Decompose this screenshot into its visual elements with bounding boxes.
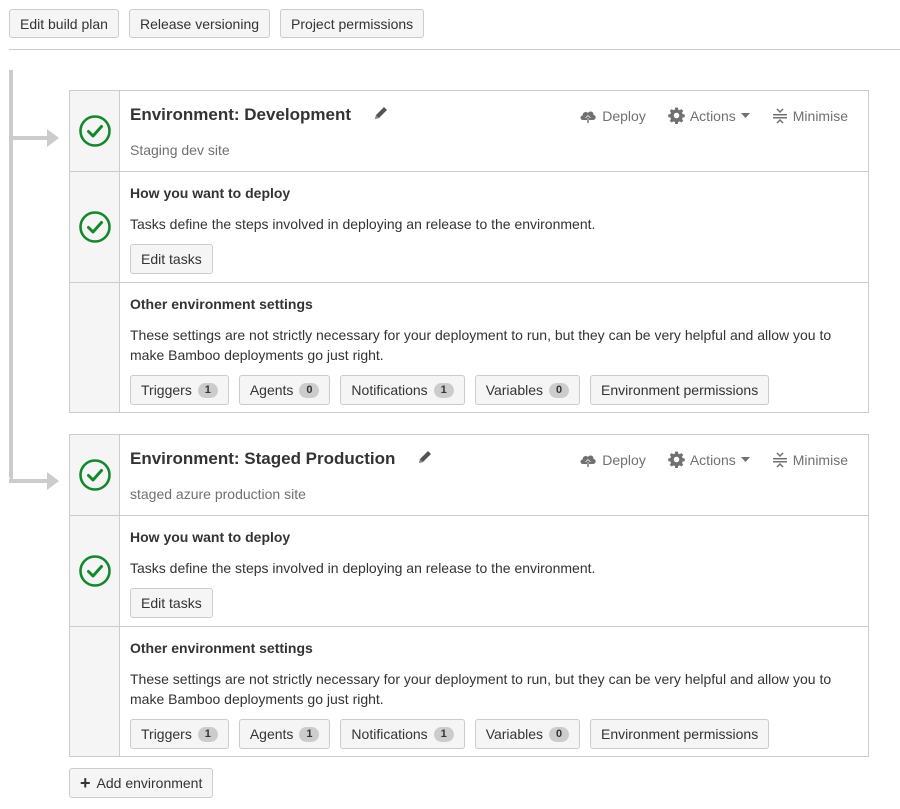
triggers-label: Triggers bbox=[141, 382, 192, 398]
environment-title: Environment: Development bbox=[130, 105, 352, 124]
check-circle-icon bbox=[78, 555, 111, 587]
cloud-upload-icon bbox=[580, 454, 596, 467]
actions-label: Actions bbox=[689, 107, 736, 124]
deploy-label: Deploy bbox=[602, 107, 646, 124]
deploy-status bbox=[70, 172, 120, 282]
check-circle-icon bbox=[78, 115, 111, 147]
deploy-section-title: How you want to deploy bbox=[130, 185, 291, 201]
settings-section-title: Other environment settings bbox=[130, 296, 313, 312]
pencil-icon[interactable] bbox=[373, 105, 389, 121]
actions-dropdown[interactable]: Actions bbox=[668, 451, 750, 468]
triggers-button[interactable]: Triggers 1 bbox=[130, 719, 229, 749]
actions-dropdown[interactable]: Actions bbox=[668, 107, 750, 124]
deploy-section: How you want to deploy Tasks define the … bbox=[70, 515, 868, 626]
notifications-button[interactable]: Notifications 1 bbox=[340, 719, 465, 749]
deploy-status bbox=[70, 516, 120, 626]
triggers-label: Triggers bbox=[141, 726, 192, 742]
environment-description: staged azure production site bbox=[130, 486, 306, 502]
gear-icon bbox=[668, 451, 685, 468]
deploy-label: Deploy bbox=[602, 451, 646, 468]
pipeline-branch-2 bbox=[9, 479, 49, 483]
environment-actions: Deploy Actions Minimise bbox=[579, 451, 848, 468]
environment-status bbox=[70, 435, 120, 515]
check-circle-icon bbox=[78, 211, 111, 243]
caret-down-icon bbox=[740, 456, 750, 462]
deploy-section-text: Tasks define the steps involved in deplo… bbox=[130, 560, 596, 576]
environment-title: Environment: Staged Production bbox=[130, 449, 396, 468]
pencil-icon[interactable] bbox=[417, 449, 433, 465]
minimise-button[interactable]: Minimise bbox=[772, 107, 848, 124]
triggers-count-badge: 1 bbox=[197, 726, 218, 742]
environment-permissions-button[interactable]: Environment permissions bbox=[590, 719, 770, 749]
settings-gutter bbox=[70, 283, 120, 412]
environment-card-staged-production: Environment: Staged Production staged az… bbox=[69, 434, 869, 757]
agents-label: Agents bbox=[249, 382, 294, 398]
add-environment-button[interactable]: + Add environment bbox=[69, 768, 214, 798]
gear-icon bbox=[668, 107, 685, 124]
variables-count-badge: 0 bbox=[549, 726, 570, 742]
actions-label: Actions bbox=[689, 451, 736, 468]
agents-label: Agents bbox=[249, 726, 294, 742]
triggers-count-badge: 1 bbox=[197, 382, 218, 398]
project-permissions-button[interactable]: Project permissions bbox=[280, 9, 425, 38]
variables-count-badge: 0 bbox=[549, 382, 570, 398]
environment-card-development: Environment: Development Staging dev sit… bbox=[69, 90, 869, 413]
environment-status bbox=[70, 91, 120, 171]
deploy-section: How you want to deploy Tasks define the … bbox=[70, 171, 868, 282]
pipeline-line bbox=[9, 70, 13, 480]
plan-toolbar: Edit build plan Release versioning Proje… bbox=[9, 9, 425, 38]
toolbar-divider bbox=[9, 49, 900, 50]
deploy-button[interactable]: Deploy bbox=[579, 107, 646, 124]
check-circle-icon bbox=[78, 459, 111, 491]
pipeline-branch-1 bbox=[9, 136, 49, 140]
variables-label: Variables bbox=[485, 382, 544, 398]
notifications-button[interactable]: Notifications 1 bbox=[340, 375, 465, 405]
pipeline-arrow-2 bbox=[47, 472, 59, 490]
variables-button[interactable]: Variables 0 bbox=[474, 719, 581, 749]
environment-description: Staging dev site bbox=[130, 142, 230, 158]
minimise-label: Minimise bbox=[792, 451, 848, 468]
settings-section-text: These settings are not strictly necessar… bbox=[130, 327, 832, 363]
edit-tasks-button[interactable]: Edit tasks bbox=[130, 588, 213, 618]
notifications-label: Notifications bbox=[351, 726, 428, 742]
deploy-section-title: How you want to deploy bbox=[130, 529, 291, 545]
release-versioning-button[interactable]: Release versioning bbox=[128, 9, 271, 38]
environment-permissions-button[interactable]: Environment permissions bbox=[590, 375, 770, 405]
settings-section-text: These settings are not strictly necessar… bbox=[130, 671, 832, 707]
notifications-count-badge: 1 bbox=[433, 382, 454, 398]
environment-header: Environment: Staged Production staged az… bbox=[70, 435, 868, 515]
edit-tasks-button[interactable]: Edit tasks bbox=[130, 244, 213, 274]
caret-down-icon bbox=[740, 112, 750, 118]
settings-gutter bbox=[70, 627, 120, 756]
notifications-label: Notifications bbox=[351, 382, 428, 398]
agents-button[interactable]: Agents 0 bbox=[238, 375, 331, 405]
deploy-section-text: Tasks define the steps involved in deplo… bbox=[130, 216, 596, 232]
collapse-icon bbox=[772, 107, 787, 124]
cloud-upload-icon bbox=[580, 110, 596, 123]
minimise-label: Minimise bbox=[792, 107, 848, 124]
triggers-button[interactable]: Triggers 1 bbox=[130, 375, 229, 405]
deploy-button[interactable]: Deploy bbox=[579, 451, 646, 468]
agents-count-badge: 0 bbox=[299, 382, 320, 398]
notifications-count-badge: 1 bbox=[433, 726, 454, 742]
environment-actions: Deploy Actions Minimise bbox=[579, 107, 848, 124]
settings-section: Other environment settings These setting… bbox=[70, 282, 868, 412]
edit-build-plan-button[interactable]: Edit build plan bbox=[9, 9, 119, 38]
collapse-icon bbox=[772, 451, 787, 468]
variables-label: Variables bbox=[485, 726, 544, 742]
pipeline-arrow-1 bbox=[47, 129, 59, 147]
add-environment-label: Add environment bbox=[96, 775, 203, 791]
plus-icon: + bbox=[80, 773, 91, 793]
minimise-button[interactable]: Minimise bbox=[772, 451, 848, 468]
settings-section-title: Other environment settings bbox=[130, 640, 313, 656]
settings-section: Other environment settings These setting… bbox=[70, 626, 868, 756]
variables-button[interactable]: Variables 0 bbox=[474, 375, 581, 405]
environment-header: Environment: Development Staging dev sit… bbox=[70, 91, 868, 171]
agents-button[interactable]: Agents 1 bbox=[238, 719, 331, 749]
agents-count-badge: 1 bbox=[299, 726, 320, 742]
